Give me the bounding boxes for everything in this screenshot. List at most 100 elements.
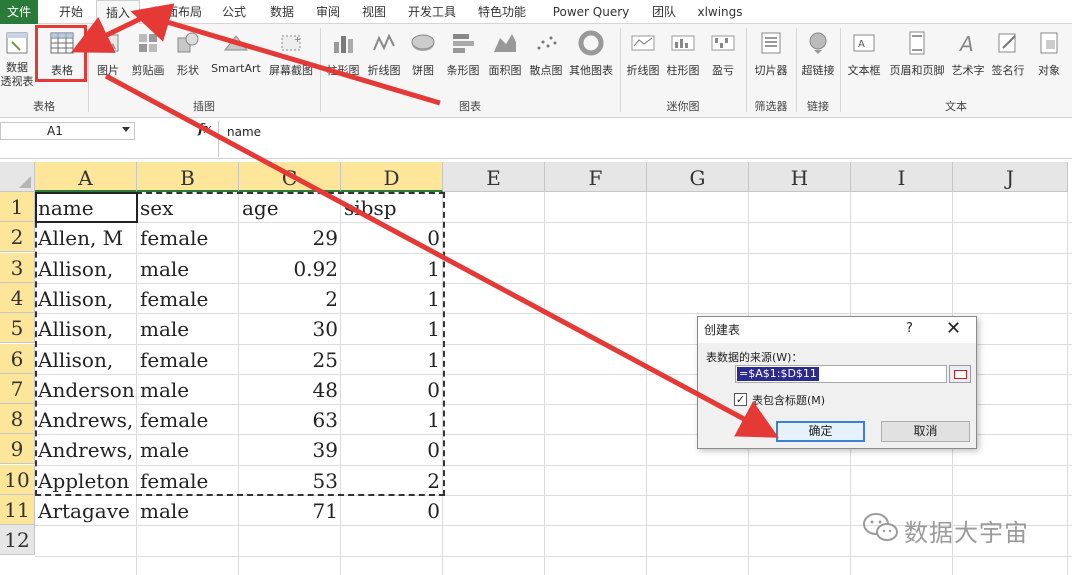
group-label-links: 链接 [807,100,829,113]
row-header-12[interactable]: 12 [0,525,35,556]
pivot-table-button[interactable]: 数据 透视表 [0,28,34,106]
picture-button[interactable]: 图片 [92,28,124,106]
object-button[interactable]: 对象 [1030,28,1068,106]
tab-home[interactable]: 开始 [48,0,94,24]
scatter-chart-button[interactable]: 散点图 [526,28,566,106]
clipart-button[interactable]: 剪贴画 [128,28,168,106]
has-headers-checkbox[interactable]: ✓ [734,393,747,406]
source-label: 表数据的来源(W)： [706,351,803,364]
data-cell[interactable]: 71 [239,495,341,525]
insert-function-icon[interactable]: fx [198,122,211,137]
area-chart-button[interactable]: 面积图 [484,28,526,106]
group-label-text: 文本 [945,100,967,113]
slicer-button[interactable]: 切片器 [750,28,792,106]
sparkline-winloss-button[interactable]: 盈亏 [704,28,742,106]
wordart-button[interactable]: A 艺术字 [948,28,988,106]
column-header-b[interactable]: B [137,162,239,192]
smartart-button[interactable]: SmartArt [208,28,264,106]
row-header-9[interactable]: 9 [0,434,35,465]
row-header-4[interactable]: 4 [0,282,35,313]
group-label-filter: 筛选器 [754,100,788,113]
row-header-6[interactable]: 6 [0,343,35,374]
data-cell[interactable]: 0 [341,495,443,525]
tab-formulas[interactable]: 公式 [214,0,254,24]
line-chart-icon [373,33,395,51]
bar-chart-button[interactable]: 条形图 [442,28,484,106]
data-cell[interactable]: male [137,495,239,525]
tab-power-query[interactable]: Power Query [548,0,634,24]
column-header-e[interactable]: E [443,162,545,192]
active-cell-a1[interactable] [35,192,138,223]
clipart-icon [139,34,157,52]
row-header-11[interactable]: 11 [0,495,35,525]
column-header-h[interactable]: H [749,162,851,192]
sparkline-winloss-icon [711,35,735,51]
column-header-f[interactable]: F [545,162,647,192]
wechat-logo-icon [863,513,898,541]
row-header-7[interactable]: 7 [0,373,35,404]
sparkline-line-button[interactable]: 折线图 [624,28,662,106]
name-box[interactable]: A1 [0,122,135,140]
other-charts-button[interactable]: 其他图表 [566,28,616,106]
formula-input[interactable]: name [218,121,1072,157]
tab-file[interactable]: 文件 [0,0,38,24]
screenshot-button[interactable]: + 屏幕截图 [266,28,316,106]
bar-chart-icon [453,34,474,53]
screenshot-icon: + [281,35,301,51]
table-button-highlight [35,25,87,82]
tab-review[interactable]: 审阅 [308,0,348,24]
svg-text:A: A [958,32,974,56]
column-chart-icon [334,36,353,53]
signature-line-button[interactable]: 签名行 [988,28,1028,106]
row-header-8[interactable]: 8 [0,404,35,435]
textbox-icon: A [853,34,875,52]
column-header-c[interactable]: C [239,162,341,192]
row-header-5[interactable]: 5 [0,313,35,344]
column-chart-button[interactable]: 柱形图 [324,28,362,106]
tab-page-layout[interactable]: 页面布局 [148,0,208,24]
column-header-j[interactable]: J [953,162,1068,192]
help-icon[interactable]: ? [906,321,913,336]
row-header-2[interactable]: 2 [0,222,35,253]
sparkline-column-button[interactable]: 柱形图 [664,28,702,106]
pie-chart-button[interactable]: 饼图 [406,28,440,106]
row-header-3[interactable]: 3 [0,252,35,283]
watermark: 数据大宇宙 [862,511,1072,547]
pie-chart-icon [411,34,435,51]
tab-special-features[interactable]: 特色功能 [470,0,534,24]
group-label-tables: 表格 [33,100,55,113]
header-footer-button[interactable]: 页眉和页脚 [886,28,948,106]
range-select-icon [954,370,967,379]
table-range-input[interactable]: =$A$1:$D$11 [735,365,947,383]
table-range-value: =$A$1:$D$11 [737,367,819,381]
column-header-a[interactable]: A [35,162,137,192]
chevron-down-icon[interactable] [122,127,130,132]
select-all-button[interactable] [0,162,35,192]
copy-marquee [35,192,445,496]
dialog-title: 创建表 [698,317,976,343]
tab-view[interactable]: 视图 [354,0,394,24]
tab-developer[interactable]: 开发工具 [402,0,462,24]
has-headers-label: 表包含标题(M) [752,394,826,407]
textbox-button[interactable]: A 文本框 [844,28,884,106]
column-header-g[interactable]: G [647,162,749,192]
shapes-button[interactable]: 形状 [172,28,204,106]
tab-insert[interactable]: 插入 [96,0,140,25]
cancel-button[interactable]: 取消 [881,421,970,442]
line-chart-button[interactable]: 折线图 [364,28,404,106]
tab-team[interactable]: 团队 [644,0,684,24]
svg-text:+: + [294,35,301,44]
hyperlink-button[interactable]: 超链接 [798,28,838,106]
pivot-table-icon [6,32,28,54]
tab-xlwings[interactable]: xlwings [692,0,748,24]
close-icon[interactable]: ✕ [946,318,961,340]
tab-data[interactable]: 数据 [262,0,302,24]
ok-button[interactable]: 确定 [776,421,865,442]
row-header-1[interactable]: 1 [0,192,35,222]
row-header-10[interactable]: 10 [0,464,35,495]
collapse-dialog-button[interactable] [949,365,971,383]
data-cell[interactable]: Artagave [35,495,137,525]
svg-text:A: A [858,39,865,50]
column-header-i[interactable]: I [851,162,953,192]
column-header-d[interactable]: D [341,162,443,192]
